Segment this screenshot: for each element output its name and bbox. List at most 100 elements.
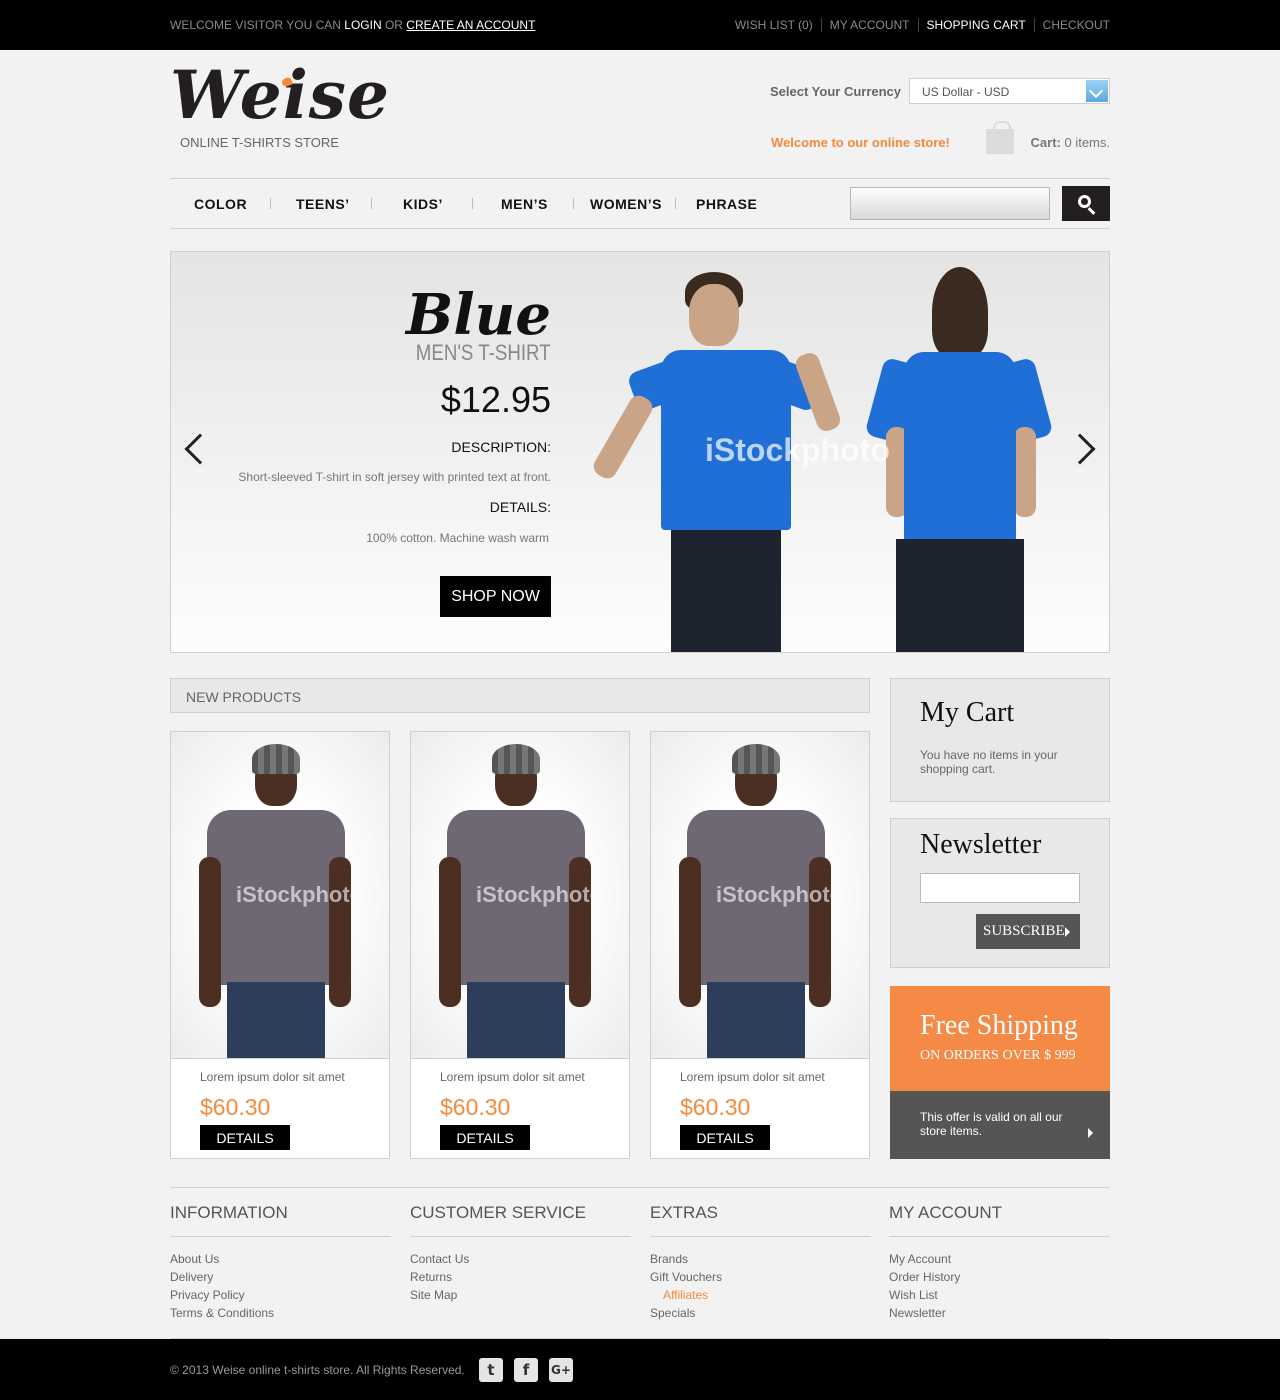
hero-watermark: iStockphoto [705, 432, 890, 468]
shopping-cart-link[interactable]: SHOPPING CART [917, 18, 1034, 32]
login-link[interactable]: LOGIN [344, 18, 381, 32]
product-image[interactable]: iStockphoto [171, 732, 389, 1059]
offer-banner[interactable]: This offer is valid on all our store ite… [890, 1091, 1110, 1159]
product-watermark: iStockphoto [236, 882, 364, 907]
checkout-link[interactable]: CHECKOUT [1033, 18, 1110, 32]
account-links: WISH LIST (0) MY ACCOUNT SHOPPING CART C… [727, 18, 1110, 32]
nav-separator [371, 198, 372, 209]
subscribe-button[interactable]: SUBSCRIBE [976, 914, 1080, 949]
product-image[interactable]: iStockphoto [411, 732, 629, 1059]
footer-link-newsletter[interactable]: Newsletter [889, 1306, 1110, 1324]
shop-now-button[interactable]: SHOP NOW [440, 576, 551, 617]
my-account-link[interactable]: MY ACCOUNT [820, 18, 918, 32]
chevron-down-icon[interactable] [1086, 80, 1108, 102]
create-account-link[interactable]: CREATE AN ACCOUNT [406, 18, 535, 32]
product-price: $60.30 [200, 1094, 271, 1120]
details-button[interactable]: DETAILS [440, 1125, 530, 1150]
nav-separator [270, 198, 271, 209]
footer-link-privacy-policy[interactable]: Privacy Policy [170, 1288, 391, 1306]
currency-select[interactable]: US Dollar - USD [909, 78, 1110, 104]
hero-slider: Blue MEN'S T-SHIRT $12.95 DESCRIPTION: S… [170, 251, 1110, 653]
footer-heading: EXTRAS [650, 1203, 871, 1237]
footer-column-information: INFORMATION About Us Delivery Privacy Po… [170, 1203, 391, 1324]
footer-column-my-account: MY ACCOUNT My Account Order History Wish… [889, 1203, 1110, 1324]
nav-item-color[interactable]: COLOR [194, 196, 247, 212]
footer-link-terms[interactable]: Terms & Conditions [170, 1306, 391, 1324]
product-card[interactable]: iStockphoto Lorem ipsum dolor sit amet $… [410, 731, 630, 1159]
currency-value: US Dollar - USD [922, 85, 1010, 99]
product-watermark: iStockphoto [716, 882, 844, 907]
nav-item-teens[interactable]: TEENS’ [296, 196, 350, 212]
logo[interactable]: Weise [170, 62, 390, 128]
hero-image-model-back [864, 267, 1066, 652]
footer-link-order-history[interactable]: Order History [889, 1270, 1110, 1288]
footer-link-brands[interactable]: Brands [650, 1252, 871, 1270]
hero-details-heading: DETAILS: [489, 499, 551, 515]
product-name[interactable]: Lorem ipsum dolor sit amet [440, 1070, 585, 1084]
chevron-right-icon[interactable] [1088, 1128, 1093, 1138]
free-shipping-banner[interactable]: Free Shipping ON ORDERS OVER $ 999 [890, 986, 1110, 1091]
footer-link-specials[interactable]: Specials [650, 1306, 871, 1324]
top-bar: WELCOME VISITOR YOU CAN LOGIN OR CREATE … [0, 0, 1280, 50]
footer-heading: INFORMATION [170, 1203, 391, 1237]
free-shipping-title: Free Shipping [920, 1010, 1078, 1041]
footer-link-site-map[interactable]: Site Map [410, 1288, 631, 1306]
bottom-bar: © 2013 Weise online t-shirts store. All … [0, 1339, 1280, 1400]
details-button[interactable]: DETAILS [680, 1125, 770, 1150]
product-image[interactable]: iStockphoto [651, 732, 869, 1059]
hero-description-heading: DESCRIPTION: [451, 439, 551, 455]
copyright: © 2013 Weise online t-shirts store. All … [170, 1363, 465, 1377]
my-cart-box: My Cart You have no items in your shoppi… [890, 678, 1110, 802]
newsletter-email-input[interactable] [920, 873, 1080, 903]
facebook-icon[interactable]: f [514, 1358, 538, 1382]
tagline: ONLINE T-SHIRTS STORE [180, 135, 339, 150]
my-cart-empty-text: You have no items in your shopping cart. [920, 748, 1058, 776]
nav-item-mens[interactable]: MEN’S [501, 196, 548, 212]
footer-column-customer-service: CUSTOMER SERVICE Contact Us Returns Site… [410, 1203, 631, 1306]
nav-separator [573, 198, 574, 209]
my-cart-title: My Cart [920, 697, 1015, 728]
footer-link-my-account[interactable]: My Account [889, 1252, 1110, 1270]
nav-separator [472, 198, 473, 209]
shopping-bag-icon[interactable] [986, 121, 1014, 154]
footer-link-returns[interactable]: Returns [410, 1270, 631, 1288]
footer-link-wish-list[interactable]: Wish List [889, 1288, 1110, 1306]
cart-summary[interactable]: Cart: 0 items. [1031, 135, 1110, 150]
product-price: $60.30 [680, 1094, 751, 1120]
footer-divider [170, 1187, 1110, 1188]
footer-link-gift-vouchers[interactable]: Gift Vouchers [650, 1270, 871, 1288]
cart-count: 0 items. [1064, 135, 1110, 150]
nav-separator [675, 198, 676, 209]
hero-details: 100% cotton. Machine wash warm [366, 531, 549, 545]
twitter-icon[interactable]: t [479, 1358, 503, 1382]
footer-link-delivery[interactable]: Delivery [170, 1270, 391, 1288]
footer-link-affiliates[interactable]: Affiliates [650, 1288, 871, 1306]
google-plus-icon[interactable]: G+ [549, 1358, 573, 1382]
newsletter-title: Newsletter [920, 829, 1042, 860]
or-text: OR [384, 18, 403, 32]
nav-item-womens[interactable]: WOMEN’S [590, 196, 662, 212]
nav-item-kids[interactable]: KIDS’ [403, 196, 443, 212]
product-name[interactable]: Lorem ipsum dolor sit amet [200, 1070, 345, 1084]
search-input[interactable] [850, 187, 1050, 220]
footer-link-about-us[interactable]: About Us [170, 1252, 391, 1270]
details-button[interactable]: DETAILS [200, 1125, 290, 1150]
hero-description: Short-sleeved T-shirt in soft jersey wit… [238, 470, 551, 484]
hero-price: $12.95 [440, 379, 551, 420]
product-card[interactable]: iStockphoto Lorem ipsum dolor sit amet $… [170, 731, 390, 1159]
footer-link-contact-us[interactable]: Contact Us [410, 1252, 631, 1270]
hero-subtitle: MEN'S T-SHIRT [416, 340, 551, 365]
welcome-text: WELCOME VISITOR YOU CAN [170, 18, 341, 32]
product-card[interactable]: iStockphoto Lorem ipsum dolor sit amet $… [650, 731, 870, 1159]
wish-list-link[interactable]: WISH LIST (0) [727, 18, 821, 32]
welcome-message: Welcome to our online store! [771, 135, 950, 150]
search-button[interactable] [1062, 186, 1110, 221]
slider-prev-arrow-icon[interactable] [184, 433, 216, 465]
footer-heading: MY ACCOUNT [889, 1203, 1110, 1237]
nav-item-phrase[interactable]: PHRASE [696, 196, 757, 212]
cart-label: Cart: [1030, 135, 1061, 150]
slider-next-arrow-icon[interactable] [1064, 433, 1096, 465]
product-name[interactable]: Lorem ipsum dolor sit amet [680, 1070, 825, 1084]
search-icon-handle [1087, 207, 1096, 215]
offer-text: This offer is valid on all our store ite… [920, 1110, 1063, 1138]
